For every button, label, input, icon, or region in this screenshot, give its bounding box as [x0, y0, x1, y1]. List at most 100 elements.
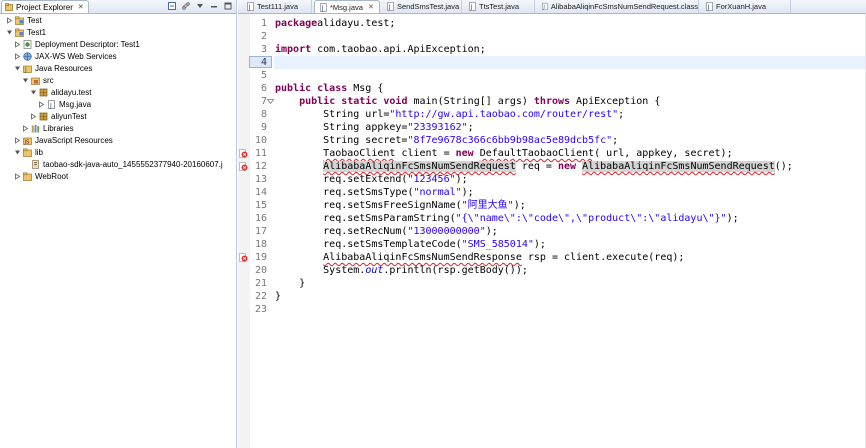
svg-text:J: J: [707, 4, 710, 11]
tree-item[interactable]: JS JavaScript Resources: [14, 134, 113, 146]
error-marker-icon[interactable]: [239, 253, 248, 262]
collapsed-arrow-icon[interactable]: [14, 52, 21, 60]
collapsed-arrow-icon[interactable]: [14, 136, 21, 144]
collapsed-arrow-icon[interactable]: [6, 16, 13, 24]
editor-tab[interactable]: J TtsTest.java: [464, 0, 535, 13]
expanded-arrow-icon[interactable]: [14, 149, 21, 156]
error-marker-icon[interactable]: [239, 162, 248, 171]
code-token: com.taobao.api.ApiException;: [311, 44, 486, 55]
code-token-str: "SMS_585014": [461, 239, 534, 250]
code-line[interactable]: req.setSmsParamString("{\"name\":\"code\…: [275, 212, 738, 225]
java-file-icon: J: [247, 2, 254, 11]
line-number: 12: [254, 161, 267, 172]
code-token: req.setSmsTemplateCode(: [275, 239, 462, 250]
tree-item-label: Deployment Descriptor: Test1: [35, 39, 140, 49]
link-with-editor-icon[interactable]: [182, 2, 190, 10]
fold-toggle-icon[interactable]: [266, 97, 275, 106]
tree-item-label: JavaScript Resources: [35, 135, 113, 145]
line-number: 17: [254, 226, 267, 237]
code-line[interactable]: TaobaoClient client = new DefaultTaobaoC…: [275, 147, 732, 160]
error-marker-icon[interactable]: [239, 149, 248, 158]
code-token-str: "{\"name\":\"code\",\"product\":\"aliday…: [455, 213, 727, 224]
code-line[interactable]: String appkey="23393162";: [275, 121, 474, 134]
tree-item[interactable]: alidayu.test: [30, 86, 91, 98]
collapsed-arrow-icon[interactable]: [38, 100, 45, 108]
line-number: 8: [260, 109, 267, 120]
code-token-str: "13000000000": [407, 226, 486, 237]
code-line[interactable]: import com.taobao.api.ApiException;: [275, 43, 486, 56]
code-token-err: TaobaoClient: [323, 148, 396, 159]
tree-item[interactable]: WebRoot: [14, 170, 68, 182]
tree-item[interactable]: Test1: [6, 26, 46, 38]
editor-tab[interactable]: J ForXuanH.java: [701, 0, 791, 13]
code-token: }: [275, 278, 306, 289]
code-token: ;: [618, 109, 625, 120]
view-menu-icon[interactable]: [196, 2, 204, 10]
code-line[interactable]: packagealidayu.test;: [275, 17, 395, 30]
expanded-arrow-icon[interactable]: [14, 65, 21, 72]
tree-item-label: Test: [27, 15, 42, 25]
tree-item-label: JAX-WS Web Services: [35, 51, 117, 61]
editor-tab[interactable]: J *Msg.java ✕: [314, 0, 380, 13]
collapsed-arrow-icon[interactable]: [22, 124, 29, 132]
tree-item[interactable]: lib: [14, 146, 43, 158]
code-line[interactable]: }: [275, 290, 281, 303]
line-number: 20: [254, 265, 267, 276]
code-line[interactable]: AlibabaAliqinFcSmsNumSendRequest req = n…: [275, 160, 793, 173]
code-line[interactable]: public static void main(String[] args) t…: [275, 95, 660, 108]
tree-item[interactable]: JAX-WS Web Services: [14, 50, 117, 62]
tree-item[interactable]: Deployment Descriptor: Test1: [14, 38, 140, 50]
tree-item-label: src: [43, 75, 54, 85]
line-number: 3: [260, 44, 267, 55]
editor-tab[interactable]: J AlibabaAliqinFcSmsNumSendRequest.class: [537, 0, 699, 13]
close-tab-icon[interactable]: ✕: [368, 3, 374, 11]
tree-item[interactable]: J Java Resources: [14, 62, 92, 74]
code-line[interactable]: String url="http://gw.api.taobao.com/rou…: [275, 108, 624, 121]
code-token-err: AlibabaAliqinFcSmsNumSendRequest: [323, 161, 516, 172]
code-line[interactable]: req.setRecNum("13000000000");: [275, 225, 498, 238]
line-number: 4: [260, 57, 267, 68]
collapsed-arrow-icon[interactable]: [14, 172, 21, 180]
code-line[interactable]: System.out.println(rsp.getBody());: [275, 264, 528, 277]
code-token: alidayu.test;: [317, 18, 396, 29]
collapsed-arrow-icon[interactable]: [14, 40, 21, 48]
code-token-kw: new: [557, 161, 577, 172]
expanded-arrow-icon[interactable]: [30, 89, 37, 96]
minimize-view-icon[interactable]: [210, 2, 218, 10]
code-line[interactable]: req.setSmsType("normal");: [275, 186, 474, 199]
line-number: 10: [254, 135, 267, 146]
editor-tab[interactable]: J SendSmsTest.java: [382, 0, 462, 13]
tree-item[interactable]: src: [22, 74, 54, 86]
code-token-kw: throws: [533, 96, 571, 107]
line-number: 21: [254, 278, 267, 289]
expanded-arrow-icon[interactable]: [6, 29, 13, 36]
close-view-icon[interactable]: ✕: [78, 3, 84, 11]
tree-item[interactable]: Test: [6, 14, 42, 26]
collapse-all-icon[interactable]: [168, 2, 176, 10]
code-line[interactable]: }: [275, 277, 305, 290]
code-line[interactable]: req.setSmsTemplateCode("SMS_585014");: [275, 238, 546, 251]
code-line[interactable]: AlibabaAliqinFcSmsNumSendResponse rsp = …: [275, 251, 684, 264]
line-number: 22: [254, 291, 267, 302]
current-line-highlight: [274, 56, 866, 69]
code-line[interactable]: req.setExtend("123456");: [275, 173, 468, 186]
collapsed-arrow-icon[interactable]: [30, 112, 37, 120]
line-number: 5: [260, 70, 267, 81]
tree-item[interactable]: aliyunTest: [30, 110, 87, 122]
folder-icon: [23, 147, 32, 157]
code-line[interactable]: req.setSmsFreeSignName("阿里大鱼");: [275, 199, 526, 212]
code-token-kw: import: [275, 44, 312, 55]
tree-item[interactable]: J Msg.java: [38, 98, 91, 110]
editor-tab-label: TtsTest.java: [479, 2, 520, 11]
maximize-view-icon[interactable]: [224, 2, 232, 10]
java-file-icon: J: [387, 2, 394, 11]
editor-tab[interactable]: J Test111.java: [242, 0, 312, 13]
code-token: req =: [515, 161, 558, 172]
tree-item[interactable]: Libraries: [22, 122, 74, 134]
code-line[interactable]: String secret="8f7e9678c366c6bb9b98ac5e8…: [275, 134, 618, 147]
code-line[interactable]: public class Msg {: [275, 82, 383, 95]
expanded-arrow-icon[interactable]: [22, 77, 29, 84]
tree-item[interactable]: taobao-sdk-java-auto_1455552377940-20160…: [22, 158, 223, 170]
project-explorer-tab[interactable]: Project Explorer ✕: [1, 0, 89, 13]
